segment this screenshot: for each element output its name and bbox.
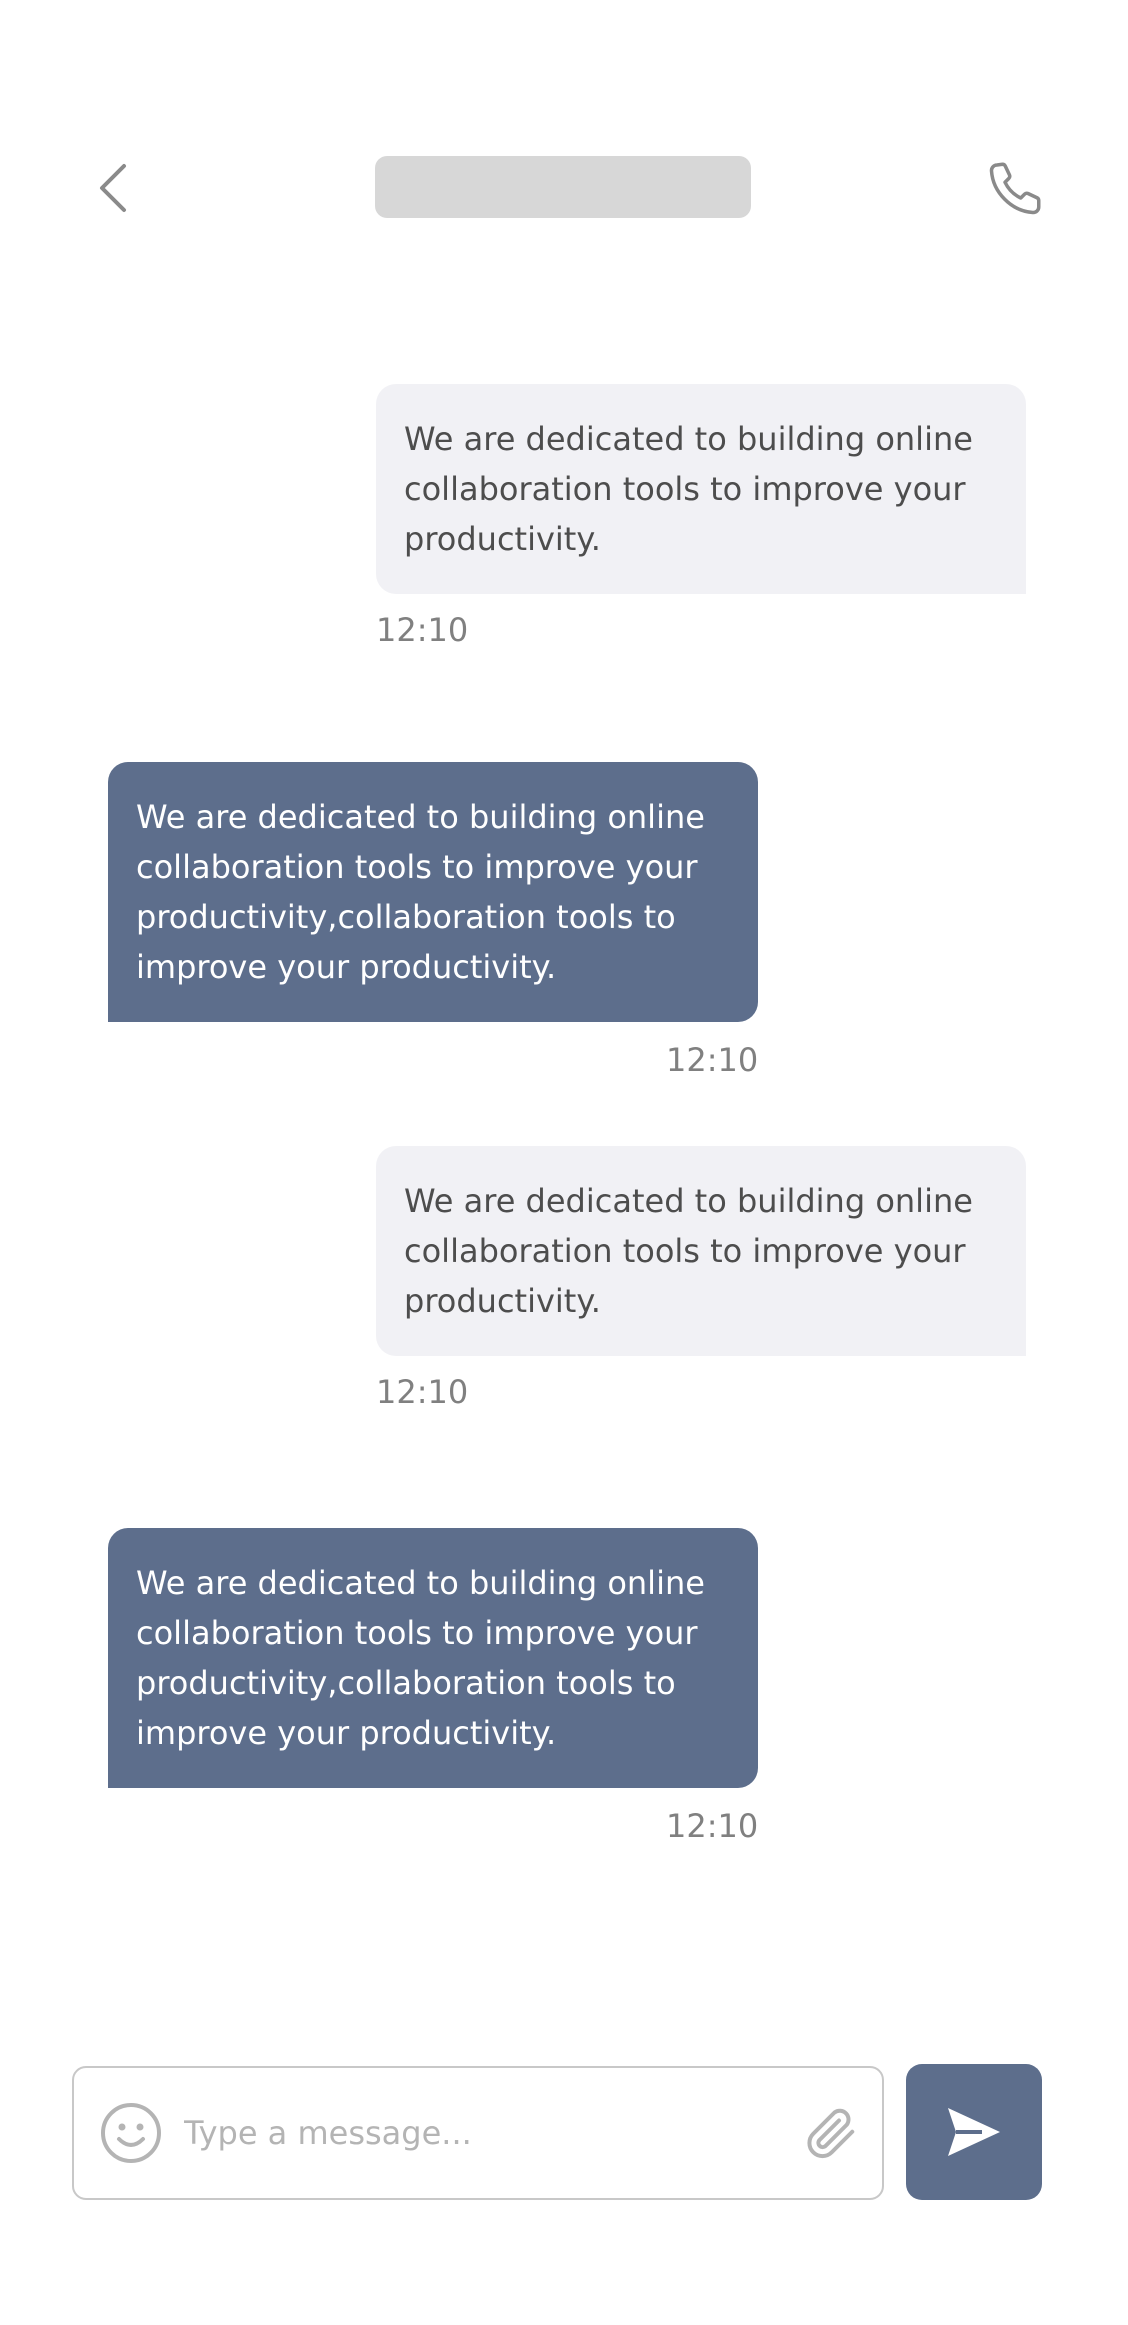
- phone-icon: [989, 162, 1041, 215]
- contact-name-placeholder: [375, 156, 751, 218]
- message-bubble-outgoing: We are dedicated to building online coll…: [108, 762, 758, 1022]
- message-timestamp: 12:10: [376, 1373, 469, 1411]
- send-icon: [948, 2108, 1000, 2156]
- chevron-left-icon: [100, 164, 126, 212]
- message-composer: [72, 2066, 884, 2200]
- send-button[interactable]: [906, 2064, 1042, 2200]
- smiley-icon: [101, 2103, 161, 2163]
- message-input[interactable]: [184, 2102, 744, 2164]
- emoji-button[interactable]: [96, 2098, 166, 2168]
- message-timestamp: 12:10: [666, 1807, 759, 1845]
- call-button[interactable]: [980, 152, 1052, 224]
- message-bubble-incoming: We are dedicated to building online coll…: [376, 1146, 1026, 1356]
- message-bubble-incoming: We are dedicated to building online coll…: [376, 384, 1026, 594]
- back-button[interactable]: [86, 156, 142, 220]
- message-timestamp: 12:10: [376, 611, 469, 649]
- attach-button[interactable]: [796, 2098, 866, 2168]
- paperclip-icon: [807, 2108, 855, 2158]
- message-bubble-outgoing: We are dedicated to building online coll…: [108, 1528, 758, 1788]
- chat-header: [0, 0, 1128, 300]
- message-timestamp: 12:10: [666, 1041, 759, 1079]
